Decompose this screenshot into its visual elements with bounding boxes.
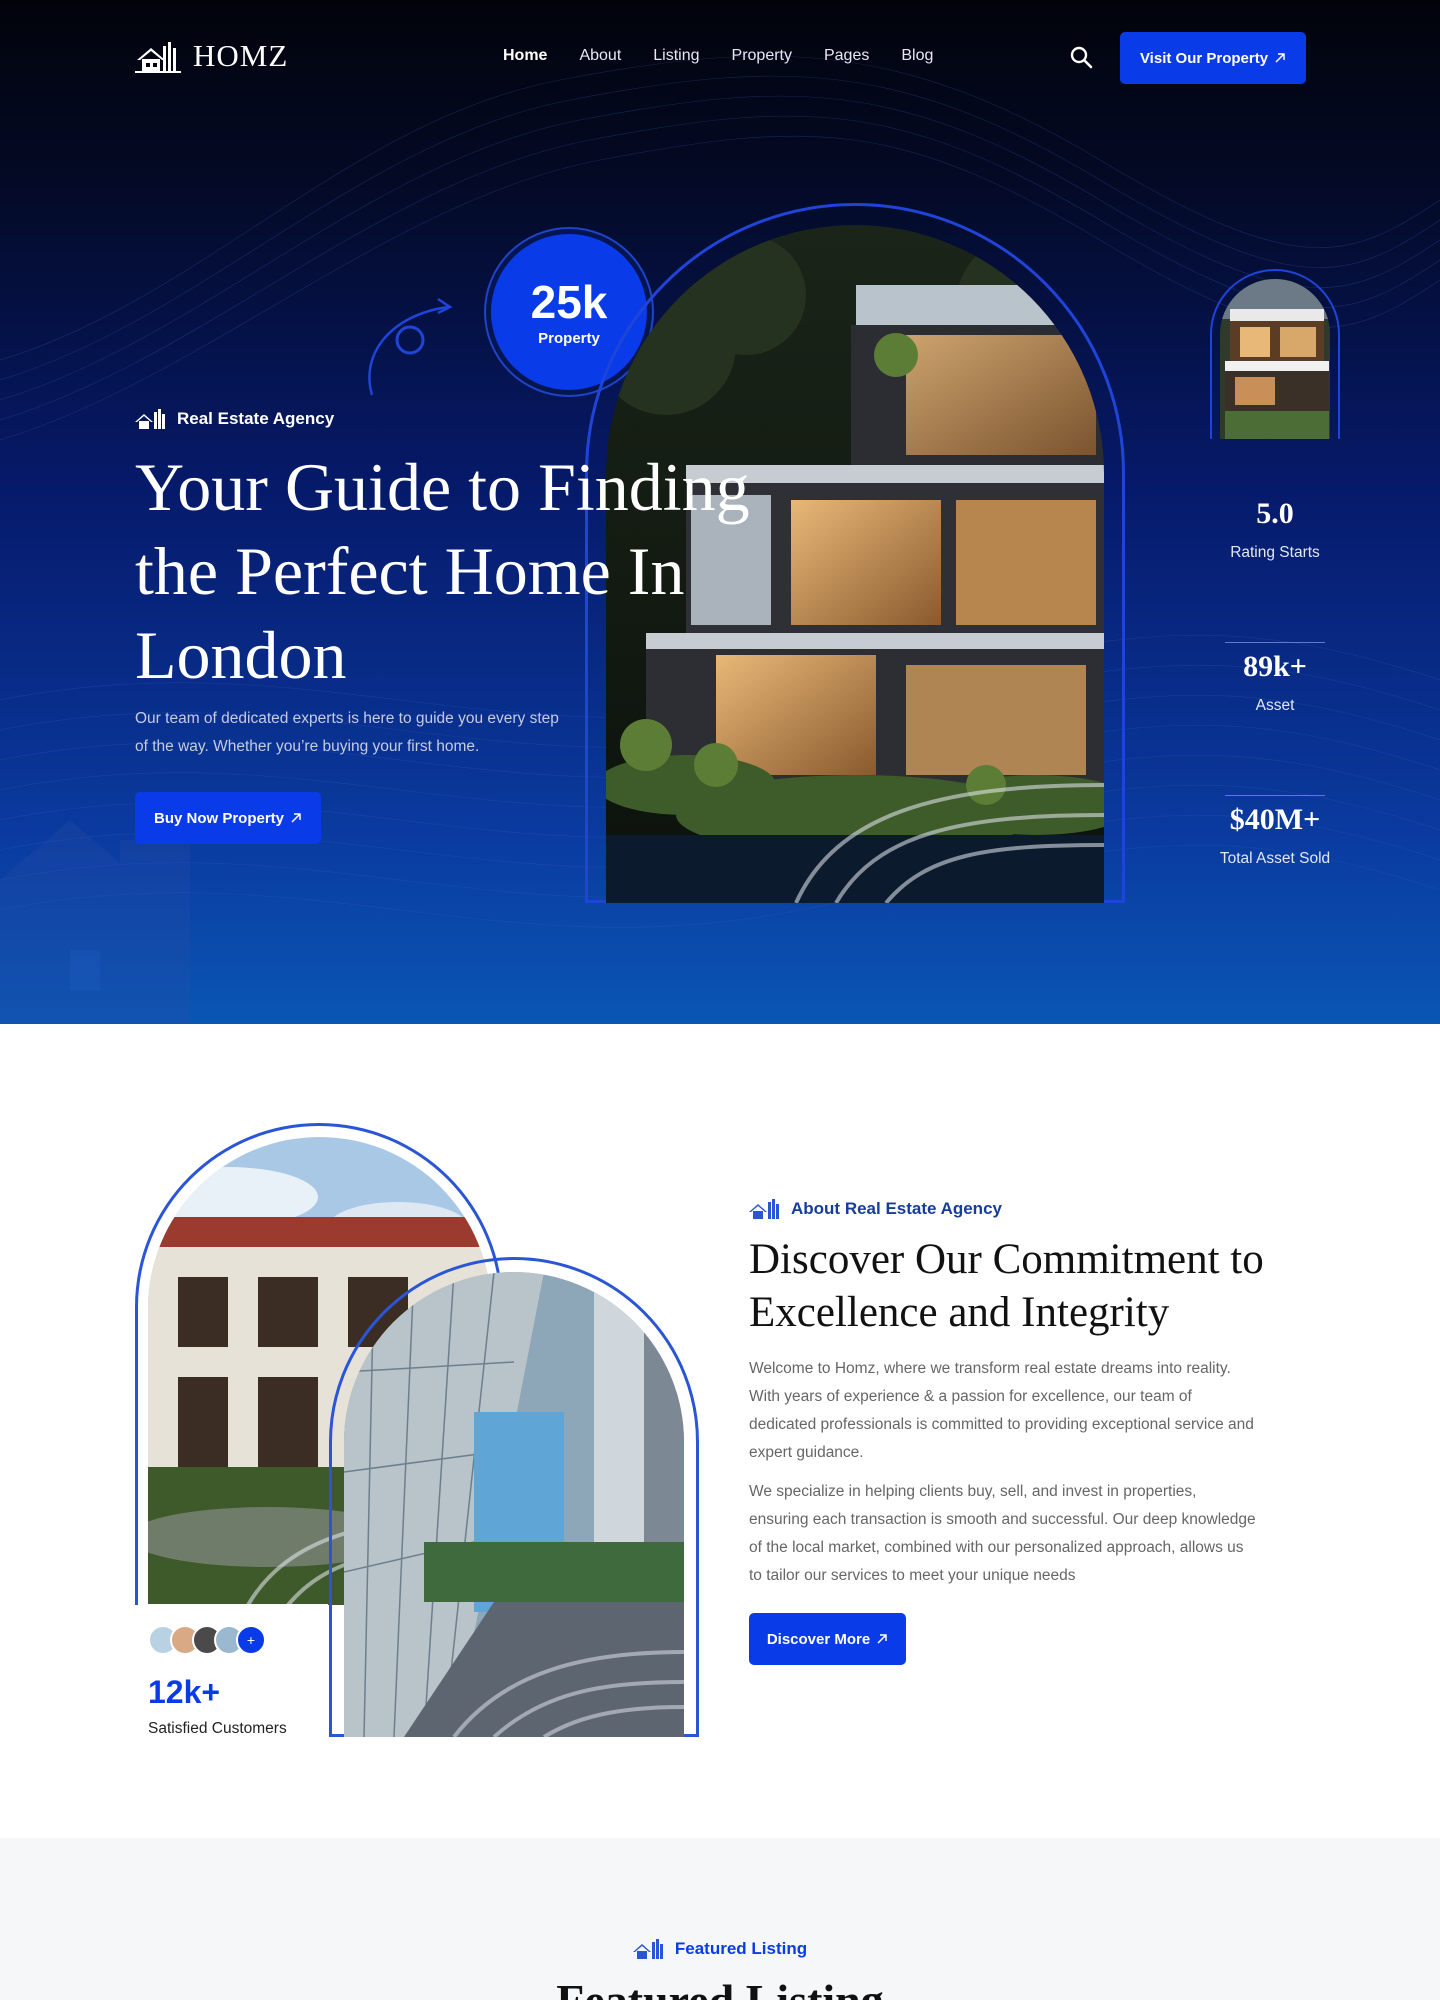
- nav-item-pages[interactable]: Pages: [824, 47, 869, 65]
- featured-badge: Featured Listing: [0, 1938, 1440, 1960]
- search-icon: [1070, 46, 1093, 69]
- search-button[interactable]: [1069, 45, 1095, 71]
- hero-stats: 5.0 Rating Starts 89k+ Asset $40M+ Total…: [1200, 490, 1350, 948]
- buy-property-label: Buy Now Property: [153, 809, 285, 827]
- featured-section: Featured Listing Featured Listing: [0, 1838, 1440, 2000]
- stat-value: $40M+: [1229, 803, 1321, 836]
- stat-divider: [1225, 642, 1325, 643]
- customers-count: 12k+: [148, 1674, 221, 1710]
- house-logo-icon: [135, 42, 181, 73]
- about-paragraph-2: We specialize in helping clients buy, se…: [749, 1483, 1256, 1584]
- hero-badge: Real Estate Agency: [135, 408, 334, 430]
- avatar-more-icon[interactable]: +: [236, 1625, 266, 1655]
- visit-property-label: Visit Our Property: [1139, 49, 1269, 67]
- about-glass-building-image: [344, 1272, 684, 1737]
- main-menu: Home About Listing Property Pages Blog: [503, 47, 933, 65]
- about-badge-label: About Real Estate Agency: [791, 1199, 1002, 1218]
- visit-property-button[interactable]: Visit Our Property: [1120, 32, 1306, 84]
- stat-sold: $40M+ Total Asset Sold: [1200, 802, 1350, 948]
- discover-more-button[interactable]: Discover More: [749, 1613, 906, 1665]
- small-house-image: [1220, 279, 1330, 439]
- stat-divider: [1225, 795, 1325, 796]
- nav-item-home[interactable]: Home: [503, 47, 547, 65]
- stat-rating: 5.0 Rating Starts: [1200, 496, 1350, 642]
- nav-item-blog[interactable]: Blog: [901, 47, 933, 65]
- stat-label: Rating Starts: [1230, 544, 1320, 561]
- nav-item-about[interactable]: About: [579, 47, 621, 65]
- discover-more-label: Discover More: [766, 1630, 871, 1648]
- nav-item-property[interactable]: Property: [732, 47, 792, 65]
- stat-value: 89k+: [1243, 650, 1307, 683]
- property-count: 25k: [530, 275, 608, 328]
- buy-property-button[interactable]: Buy Now Property: [135, 792, 321, 844]
- property-count-label: Property: [538, 329, 600, 347]
- stat-asset: 89k+ Asset: [1200, 649, 1350, 795]
- nav-item-listing[interactable]: Listing: [653, 47, 699, 65]
- arrow-up-right-icon: [291, 813, 301, 823]
- buildings-icon: [632, 1939, 663, 1959]
- customer-avatars: +: [148, 1625, 266, 1655]
- customers-label: Satisfied Customers: [148, 1720, 287, 1737]
- arrow-up-right-icon: [877, 1634, 887, 1644]
- top-navigation: HOMZ Home About Listing Property Pages B…: [0, 0, 1440, 116]
- stat-label: Asset: [1255, 697, 1295, 714]
- about-badge: About Real Estate Agency: [749, 1198, 1002, 1220]
- hero-section: HOMZ Home About Listing Property Pages B…: [0, 0, 1440, 1024]
- hero-title: Your Guide to Finding the Perfect Home I…: [135, 449, 750, 693]
- logo-text: HOMZ: [193, 38, 289, 73]
- logo[interactable]: HOMZ: [135, 38, 288, 74]
- hero-badge-label: Real Estate Agency: [177, 409, 335, 428]
- about-section: + 12k+ Satisfied Customers About Real Es…: [0, 1024, 1440, 1838]
- featured-title: Featured Listing: [0, 1974, 1440, 2000]
- about-paragraph-1: Welcome to Homz, where we transform real…: [749, 1360, 1254, 1461]
- featured-badge-label: Featured Listing: [674, 1939, 808, 1958]
- small-house-arch: [1210, 269, 1340, 439]
- arrow-up-right-icon: [1275, 53, 1285, 63]
- curved-arrow-decoration: [368, 297, 453, 396]
- stat-value: 5.0: [1256, 497, 1294, 530]
- buildings-icon: [749, 1199, 779, 1219]
- stat-label: Total Asset Sold: [1219, 850, 1331, 867]
- buildings-icon: [135, 409, 165, 429]
- hero-description: Our team of dedicated experts is here to…: [135, 710, 559, 755]
- about-title: Discover Our Commitment to Excellence an…: [749, 1236, 1264, 1336]
